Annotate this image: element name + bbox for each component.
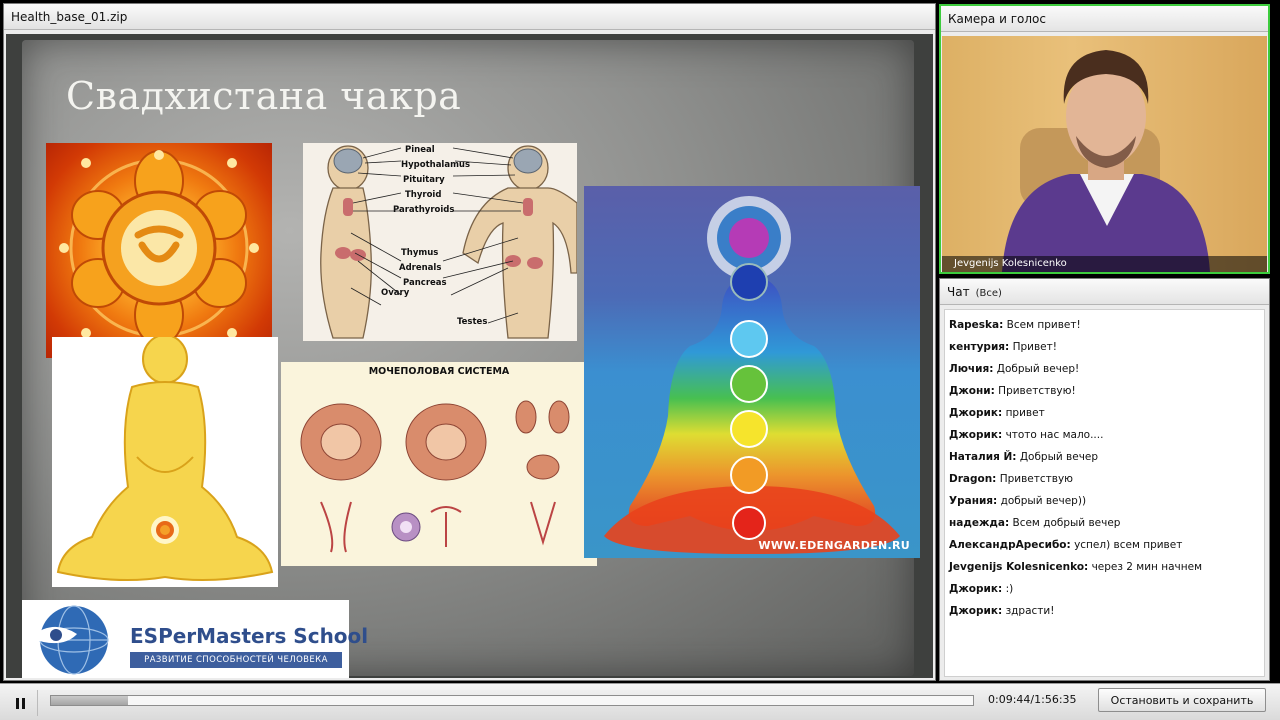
chat-pod: Чат (Все) Rapeska: Всем привет! кентурия:… xyxy=(939,278,1270,681)
playback-bar: 0:09:44/1:56:35 Остановить и сохранить xyxy=(0,683,1280,720)
chat-message: Лючия: Добрый вечер! xyxy=(949,358,1260,380)
label-hypothalamus: Hypothalamus xyxy=(401,160,471,170)
presenter-graphic xyxy=(1002,50,1210,272)
chat-text: Привет! xyxy=(1012,341,1057,353)
chat-text: чтото нас мало.... xyxy=(1005,429,1104,441)
chat-text: здрасти! xyxy=(1005,605,1055,617)
chat-text: Добрый вечер! xyxy=(996,363,1080,375)
label-pineal: Pineal xyxy=(405,145,435,155)
chakra-watermark: WWW.EDENGARDEN.RU xyxy=(758,539,910,552)
label-testes: Testes xyxy=(457,317,488,327)
uro-graphic xyxy=(300,400,570,553)
camera-voice-pod: Камера и голос Jevgenijs Kolesnicenko xyxy=(939,4,1270,274)
playback-time: 0:09:44/1:56:35 xyxy=(988,693,1077,706)
share-pod-title: Health_base_01.zip xyxy=(4,4,935,30)
endocrine-labels: Pineal Hypothalamus Pituitary Thyroid Pa… xyxy=(381,143,471,301)
chat-text: привет xyxy=(1005,407,1045,419)
chat-message: Dragon: Приветствую xyxy=(949,468,1260,490)
chat-text: добрый вечер)) xyxy=(1000,495,1087,507)
chat-user: АлександрАресибо: xyxy=(949,539,1071,551)
logo-tagline: РАЗВИТИЕ СПОСОБНОСТЕЙ ЧЕЛОВЕКА xyxy=(130,652,342,668)
chat-pod-title: Чат (Все) xyxy=(940,279,1269,305)
label-thyroid: Thyroid xyxy=(405,190,442,200)
chat-message: Джорик: привет xyxy=(949,402,1260,424)
uro-title: МОЧЕПОЛОВАЯ СИСТЕМА xyxy=(368,366,510,377)
chat-message: надежда: Всем добрый вечер xyxy=(949,512,1260,534)
chat-user: Rapeska: xyxy=(949,319,1004,331)
presenter-name: Jevgenijs Kolesnicenko xyxy=(942,256,1267,272)
chat-user: Джони: xyxy=(949,385,995,397)
webcam-video: Jevgenijs Kolesnicenko xyxy=(942,36,1267,272)
chat-message: Наталия Й: Добрый вечер xyxy=(949,446,1260,468)
chakra-body-image: WWW.EDENGARDEN.RU xyxy=(584,186,920,558)
share-content: Свадхистана чакра Pineal Hypothalamus Pi… xyxy=(6,34,933,678)
stop-and-save-button[interactable]: Остановить и сохранить xyxy=(1098,688,1266,712)
playback-progress xyxy=(51,696,128,705)
label-thymus: Thymus xyxy=(401,248,439,258)
camera-pod-title: Камера и голос xyxy=(941,6,1268,32)
slide: Свадхистана чакра Pineal Hypothalamus Pi… xyxy=(22,40,920,678)
chat-message: АлександрАресибо: успел) всем привет xyxy=(949,534,1260,556)
chat-message: Урания: добрый вечер)) xyxy=(949,490,1260,512)
slide-title: Свадхистана чакра xyxy=(66,74,462,118)
chat-message: Джорик: чтото нас мало.... xyxy=(949,424,1260,446)
share-pod: Health_base_01.zip Свадхистана чакра Pin… xyxy=(3,3,936,681)
chakra-graphic xyxy=(604,196,900,554)
chat-text: через 2 мин начнем xyxy=(1091,561,1203,573)
chat-user: надежда: xyxy=(949,517,1010,529)
chat-text: Приветствую xyxy=(999,473,1074,485)
chat-user: Джорик: xyxy=(949,605,1003,617)
chat-text: :) xyxy=(1005,583,1014,595)
chat-user: Джорик: xyxy=(949,407,1003,419)
mandala-graphic xyxy=(59,150,259,346)
chat-user: Урания: xyxy=(949,495,998,507)
chat-user: Лючия: xyxy=(949,363,994,375)
chat-text: успел) всем привет xyxy=(1074,539,1183,551)
svadhisthana-mandala-image xyxy=(46,143,272,358)
meditator-graphic xyxy=(56,337,274,582)
chat-user: Jevgenijs Kolesnicenko: xyxy=(949,561,1089,573)
label-adrenals: Adrenals xyxy=(399,263,442,273)
meditating-figure-image xyxy=(52,337,278,587)
chat-user: Джорик: xyxy=(949,429,1003,441)
logo-name: ESPerMasters School xyxy=(130,624,369,648)
label-parathyroids: Parathyroids xyxy=(393,205,455,215)
endocrine-glands-diagram: Pineal Hypothalamus Pituitary Thyroid Pa… xyxy=(303,143,577,341)
chat-user: кентурия: xyxy=(949,341,1010,353)
chat-message: кентурия: Привет! xyxy=(949,336,1260,358)
chat-user: Dragon: xyxy=(949,473,997,485)
label-pituitary: Pituitary xyxy=(403,175,445,185)
chat-user: Наталия Й: xyxy=(949,451,1017,463)
playback-scrubber[interactable] xyxy=(50,695,974,706)
chat-message: Rapeska: Всем привет! xyxy=(949,314,1260,336)
eye-globe-icon xyxy=(30,605,109,675)
chat-message: Jevgenijs Kolesnicenko: через 2 мин начн… xyxy=(949,556,1260,578)
chat-scope[interactable]: (Все) xyxy=(976,288,1002,299)
pause-button[interactable] xyxy=(4,690,38,716)
chat-messages[interactable]: Rapeska: Всем привет! кентурия: Привет! … xyxy=(944,309,1265,677)
chat-message: Джорик: здрасти! xyxy=(949,600,1260,622)
chat-text: Добрый вечер xyxy=(1019,451,1099,463)
chat-message: Джорик: :) xyxy=(949,578,1260,600)
chat-user: Джорик: xyxy=(949,583,1003,595)
chat-text: Приветствую! xyxy=(998,385,1076,397)
chat-text: Всем привет! xyxy=(1006,319,1081,331)
pause-icon xyxy=(15,697,27,709)
chat-text: Всем добрый вечер xyxy=(1012,517,1121,529)
chat-message: Джони: Приветствую! xyxy=(949,380,1260,402)
chat-title: Чат xyxy=(947,285,970,299)
espermasters-logo: ESPerMasters School РАЗВИТИЕ СПОСОБНОСТЕ… xyxy=(22,600,368,678)
urogenital-system-poster: МОЧЕПОЛОВАЯ СИСТЕМА xyxy=(281,362,597,566)
